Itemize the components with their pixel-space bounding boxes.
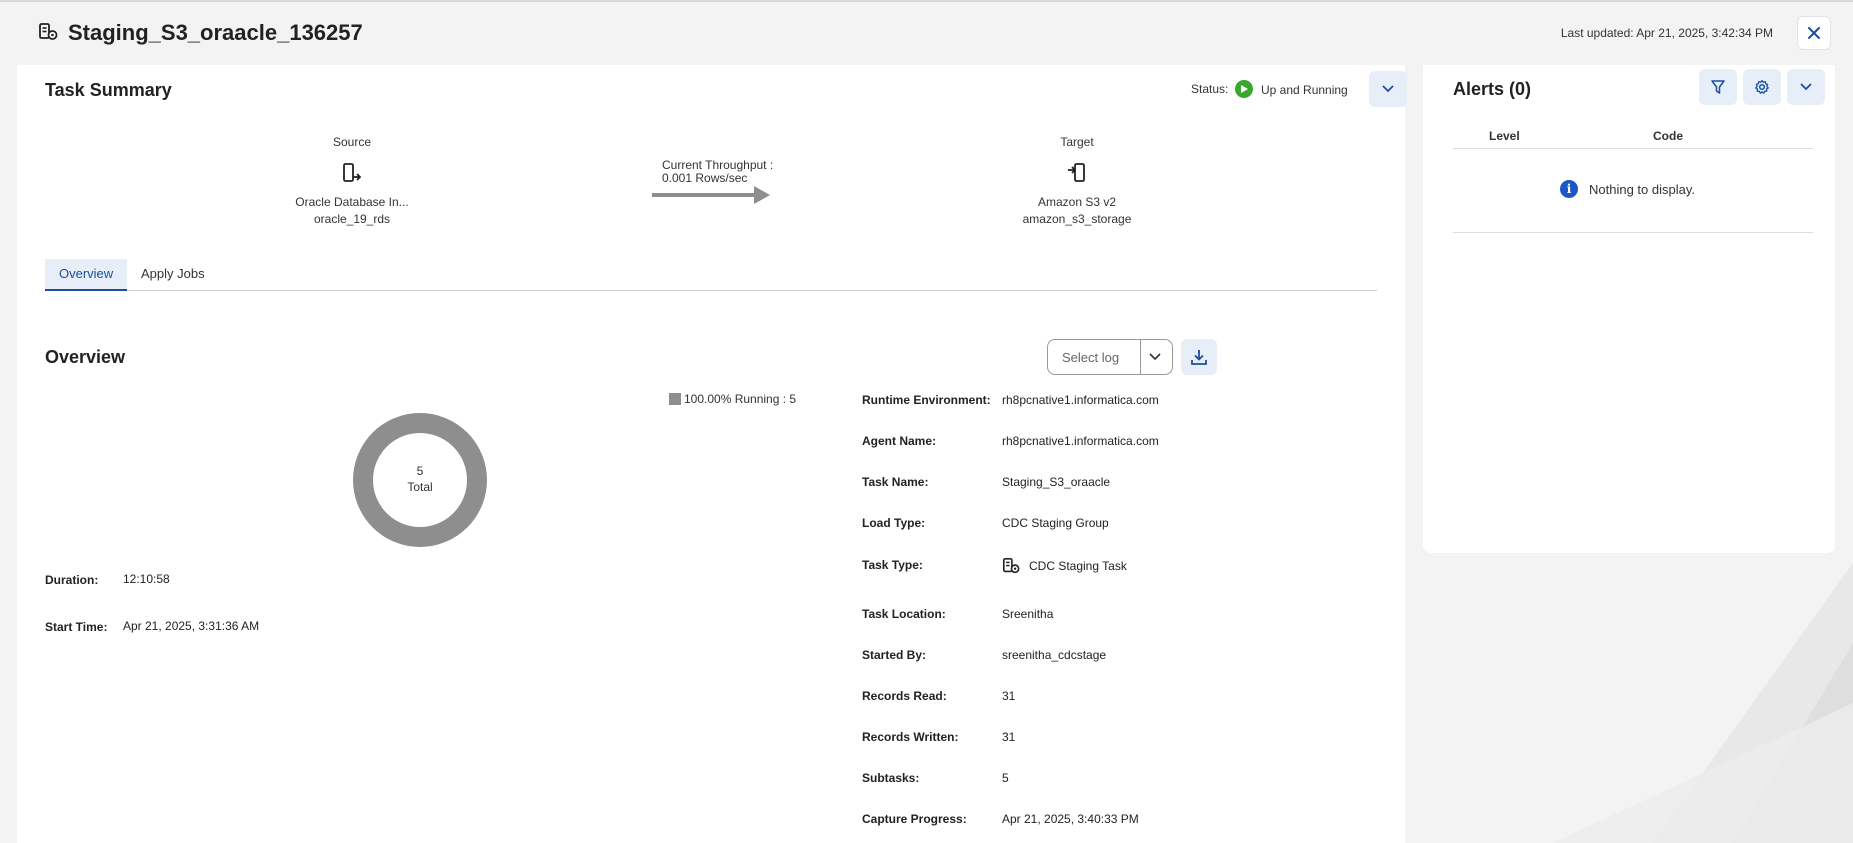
alerts-title: Alerts (0) [1453,79,1532,99]
status-label: Status: [1191,82,1229,96]
dropdown-divider [1140,340,1141,374]
source-name: Oracle Database In... [295,195,409,209]
detail-value: Sreenitha [1002,607,1054,621]
running-status-icon [1235,80,1253,98]
source-connector-icon [343,163,362,182]
detail-label: Task Name: [862,475,929,489]
detail-value: rh8pcnative1.informatica.com [1002,393,1159,407]
donut-total-label: Total [407,480,432,494]
detail-value: 31 [1002,689,1016,703]
start-time-label: Start Time: [45,620,108,634]
page-header: Staging_S3_oraacle_136257 Last updated: … [0,2,1853,64]
status-donut-chart: 5 Total [353,413,487,547]
tab-bar: Overview Apply Jobs [45,259,1377,291]
task-summary-title: Task Summary [45,80,172,100]
target-label: Target [1060,135,1094,149]
alerts-expand-button[interactable] [1787,69,1825,105]
background-decoration [1553,563,1853,843]
detail-value: rh8pcnative1.informatica.com [1002,434,1159,448]
detail-value: 31 [1002,730,1016,744]
duration-value: 12:10:58 [123,572,170,586]
column-code: Code [1653,129,1683,143]
detail-label: Task Location: [862,607,946,621]
donut-total-value: 5 [417,464,424,478]
task-summary-expand-button[interactable] [1369,71,1407,107]
status-value: Up and Running [1261,83,1348,97]
target-name: Amazon S3 v2 [1037,195,1117,209]
task-icon [1002,557,1020,574]
alerts-table-header: Level Code [1453,123,1813,149]
alerts-settings-button[interactable] [1743,69,1781,105]
close-button[interactable] [1797,16,1831,50]
detail-label: Capture Progress: [862,812,967,826]
tab-overview[interactable]: Overview [45,259,128,291]
select-log-dropdown[interactable]: Select log [1047,339,1173,375]
duration-label: Duration: [45,573,99,587]
detail-value: sreenitha_cdcstage [1002,648,1107,662]
task-summary-panel: Task Summary Status: Up and Running Sour… [17,65,1407,843]
overview-title: Overview [45,347,126,367]
detail-value: Staging_S3_oraacle [1002,475,1111,489]
download-button[interactable] [1181,339,1217,375]
last-updated-text: Last updated: Apr 21, 2025, 3:42:34 PM [1560,26,1773,40]
chevron-down-icon [1382,85,1394,93]
detail-label: Load Type: [862,516,926,530]
flow-arrow-icon [652,186,770,204]
detail-label: Subtasks: [862,771,920,785]
detail-label: Runtime Environment: [862,393,991,407]
close-icon [1808,27,1820,39]
chevron-down-icon [1800,83,1812,91]
tab-apply-jobs[interactable]: Apply Jobs [127,259,219,291]
detail-value: CDC Staging Task [1029,559,1127,573]
info-icon: i [1560,180,1578,198]
legend-running: 100.00% Running : 5 [684,392,797,406]
legend-swatch-running [669,393,681,405]
detail-label: Agent Name: [862,434,937,448]
throughput-label: Current Throughput : 0.001 Rows/sec [662,159,773,185]
detail-label: Task Type: [862,558,923,572]
select-log-placeholder: Select log [1062,350,1120,365]
detail-label: Records Written: [862,730,959,744]
source-label: Source [332,135,372,149]
target-connector-icon [1068,163,1085,182]
detail-value: CDC Staging Group [1002,516,1109,530]
detail-label: Started By: [862,648,927,662]
detail-label: Records Read: [862,689,947,703]
column-level: Level [1489,129,1520,143]
chevron-down-icon [1149,353,1161,361]
empty-state-text: Nothing to display. [1589,182,1695,197]
filter-icon [1711,80,1725,94]
detail-value: Apr 21, 2025, 3:40:33 PM [1002,812,1139,826]
alerts-panel: Alerts (0) Level Code i Nothing to displ… [1423,65,1835,553]
page-title: Staging_S3_oraacle_136257 [68,20,363,45]
target-connection: amazon_s3_storage [1022,212,1132,226]
download-icon [1191,350,1207,365]
detail-value: 5 [1002,771,1009,785]
alerts-divider [1453,232,1813,233]
task-icon [39,23,58,40]
throughput-value: 0.001 Rows/sec [662,171,748,185]
start-time-value: Apr 21, 2025, 3:31:36 AM [123,619,260,633]
alerts-filter-button[interactable] [1699,69,1737,105]
gear-icon [1755,79,1769,94]
source-connection: oracle_19_rds [313,212,391,226]
